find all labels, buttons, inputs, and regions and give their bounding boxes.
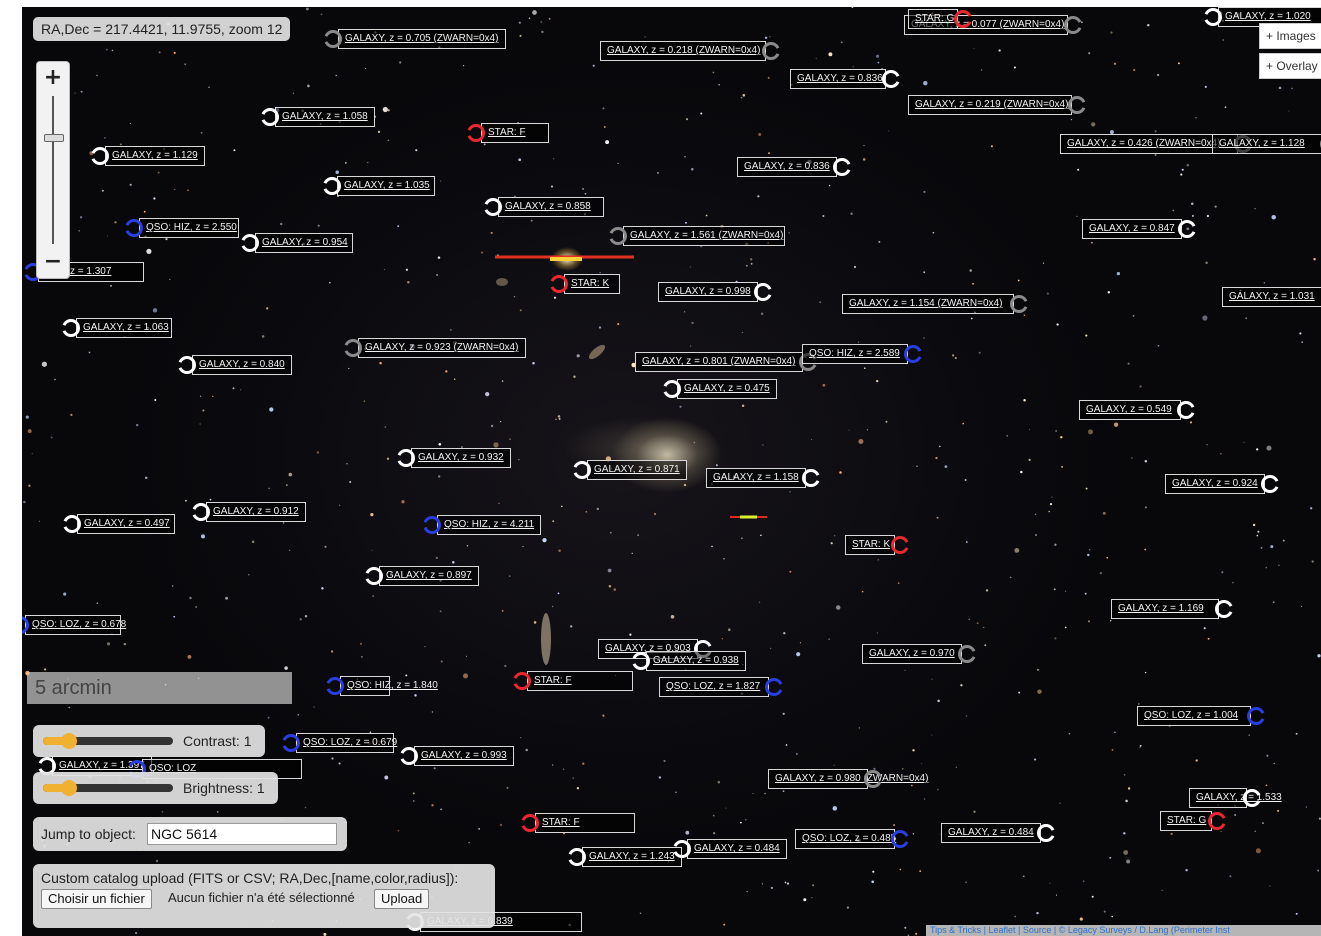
catalog-upload-control: Custom catalog upload (FITS or CSV; RA,D…: [33, 864, 495, 928]
catalog-object-label[interactable]: GALAXY, z = 0.970: [862, 644, 962, 664]
catalog-object-label[interactable]: GALAXY, z = 1.243: [582, 847, 682, 867]
jump-to-object-input[interactable]: [147, 823, 337, 845]
catalog-object-label[interactable]: GALAXY, z = 1.154 (ZWARN=0x4): [842, 294, 1014, 314]
catalog-object-label[interactable]: QSO: LOZ, z = 1.004: [1137, 706, 1251, 726]
catalog-object-label[interactable]: QSO: LOZ, z = 1.827: [659, 677, 769, 697]
jump-to-object-control: Jump to object:: [33, 817, 347, 851]
catalog-object-label[interactable]: GALAXY, z = 0.836: [737, 157, 837, 177]
catalog-object-label[interactable]: STAR: G: [908, 9, 958, 29]
catalog-object-label[interactable]: GALAXY, z = 0.954: [255, 233, 353, 253]
catalog-object-label[interactable]: STAR: F: [481, 123, 549, 143]
catalog-object-label[interactable]: GALAXY, z = 0.858: [498, 197, 604, 217]
images-layer-button[interactable]: + Images: [1259, 23, 1321, 49]
catalog-object-label[interactable]: GALAXY, z = 1.561 (ZWARN=0x4): [623, 226, 785, 246]
no-file-selected-text: Aucun fichier n'a été sélectionné: [168, 890, 355, 905]
contrast-slider[interactable]: [43, 733, 173, 749]
catalog-object-label[interactable]: GALAXY, z = 1.035: [337, 176, 435, 196]
zoom-slider-track[interactable]: [52, 96, 54, 244]
catalog-object-label[interactable]: QSO: LOZ, z = 0.679: [296, 733, 397, 753]
catalog-object-label[interactable]: GALAXY, z = 0.993: [414, 746, 514, 766]
contrast-label: Contrast: 1: [183, 733, 252, 749]
catalog-object-label[interactable]: GALAXY, z = 0.923 (ZWARN=0x4): [358, 338, 526, 358]
catalog-object-label[interactable]: GALAXY, z = 0.549: [1079, 400, 1181, 420]
catalog-object-label[interactable]: GALAXY, z = 0.497: [77, 514, 175, 534]
catalog-object-label[interactable]: GALAXY, z = 0.980 (ZWARN=0x4): [768, 769, 928, 789]
catalog-object-label[interactable]: STAR: G: [1160, 811, 1212, 831]
catalog-object-label[interactable]: GALAXY, z = 0.484: [941, 823, 1041, 843]
upload-button[interactable]: Upload: [374, 889, 430, 909]
catalog-object-label[interactable]: GALAXY, z = 0.938: [646, 651, 746, 671]
catalog-object-label[interactable]: GALAXY, z = 0.484: [687, 839, 787, 859]
catalog-object-label[interactable]: QSO: HIZ, z = 2.550: [139, 218, 239, 238]
brightness-slider-handle[interactable]: [61, 780, 77, 796]
catalog-object-label[interactable]: GALAXY, z = 0.840: [192, 355, 292, 375]
catalog-object-label[interactable]: GALAXY, z = 0.871: [587, 460, 687, 480]
catalog-object-label[interactable]: GALAXY, z = 0.924: [1165, 474, 1265, 494]
catalog-object-label[interactable]: QSO: LOZ, z = 0.678: [25, 615, 126, 635]
catalog-object-label[interactable]: QSO: HIZ, z = 4.211: [437, 515, 541, 535]
contrast-control: Contrast: 1: [33, 725, 265, 757]
catalog-object-label[interactable]: QSO: HIZ, z = 2.589: [802, 344, 908, 364]
zoom-slider-handle[interactable]: [44, 134, 64, 142]
catalog-object-label[interactable]: GALAXY, z = 0.912: [206, 502, 306, 522]
catalog-object-label[interactable]: STAR: K: [845, 535, 895, 555]
zoom-out-button[interactable]: −: [37, 246, 69, 278]
brightness-label: Brightness: 1: [183, 780, 265, 796]
catalog-object-label[interactable]: GALAXY, z = 0.705 (ZWARN=0x4): [338, 29, 506, 49]
overlays-layer-button[interactable]: + Overlay: [1259, 53, 1321, 79]
catalog-object-label[interactable]: STAR: F: [535, 813, 635, 833]
coordinates-readout: RA,Dec = 217.4421, 11.9755, zoom 12: [33, 17, 291, 41]
catalog-object-label[interactable]: GALAXY, z = 1.031: [1222, 287, 1321, 307]
brightness-slider[interactable]: [43, 780, 173, 796]
catalog-object-label[interactable]: GALAXY, z = 0.801 (ZWARN=0x4): [635, 352, 803, 372]
catalog-object-label[interactable]: GALAXY, z = 0.932: [411, 448, 511, 468]
brightness-control: Brightness: 1: [33, 772, 278, 804]
catalog-object-label[interactable]: STAR: F: [527, 671, 633, 691]
scale-bar: 5 arcmin: [27, 672, 292, 704]
catalog-object-label[interactable]: GALAXY, z = 0.847: [1082, 219, 1182, 239]
catalog-object-label[interactable]: GALAXY, z = 1.128: [1212, 134, 1321, 154]
catalog-object-label[interactable]: GALAXY, z = 1.063: [76, 318, 172, 338]
catalog-object-label[interactable]: STAR: K: [564, 274, 620, 294]
contrast-slider-handle[interactable]: [61, 733, 77, 749]
catalog-object-label[interactable]: GALAXY, z = 0.218 (ZWARN=0x4): [600, 41, 766, 61]
catalog-object-label[interactable]: GALAXY, z = 0.219 (ZWARN=0x4): [908, 95, 1072, 115]
zoom-control: + −: [36, 61, 70, 279]
jump-label: Jump to object:: [41, 826, 136, 842]
catalog-object-label[interactable]: GALAXY, z = 1.158: [706, 468, 806, 488]
catalog-object-label[interactable]: GALAXY, z = 1.533: [1189, 788, 1282, 808]
upload-label: Custom catalog upload (FITS or CSV; RA,D…: [41, 870, 459, 886]
catalog-object-label[interactable]: QSO: LOZ, z = 0.485: [795, 829, 896, 849]
catalog-object-label[interactable]: QSO: HIZ, z = 1.840: [340, 676, 438, 696]
catalog-object-label[interactable]: GALAXY, z = 0.475: [677, 379, 777, 399]
sky-map-viewer[interactable]: GALAXY, z = 0.705 (ZWARN=0x4) GALAXY, z =…: [22, 7, 1321, 936]
choose-file-button[interactable]: Choisir un fichier: [41, 889, 152, 909]
catalog-object-label[interactable]: GALAXY, z = 1.058: [275, 107, 375, 127]
catalog-object-label[interactable]: GALAXY, z = 1.129: [105, 146, 205, 166]
catalog-object-label[interactable]: GALAXY, z = 1.169: [1111, 599, 1219, 619]
map-attribution[interactable]: Tips & Tricks | Leaflet | Source | © Leg…: [926, 925, 1321, 936]
catalog-object-label[interactable]: GALAXY, z = 0.836: [790, 69, 886, 89]
catalog-object-label[interactable]: GALAXY, z = 0.897: [379, 566, 479, 586]
catalog-object-label[interactable]: GALAXY, z = 0.998: [658, 282, 758, 302]
zoom-in-button[interactable]: +: [37, 62, 69, 94]
